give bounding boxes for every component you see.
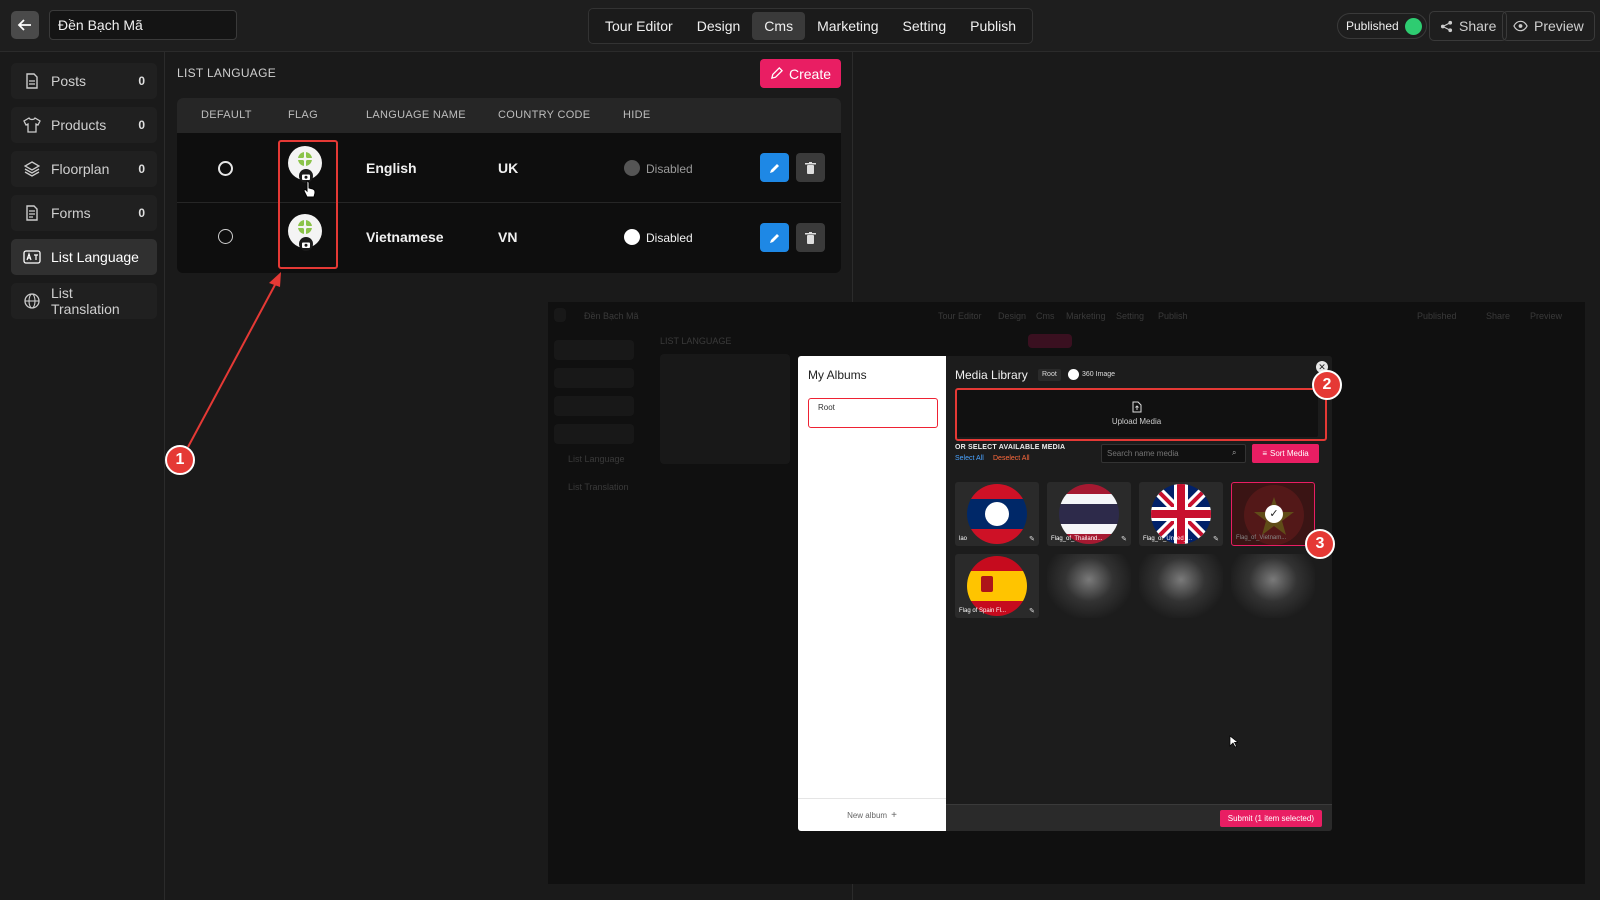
ghost-sidebar-item	[554, 396, 634, 416]
annotation-badge-3: 3	[1305, 529, 1335, 559]
root-chip: Root	[1038, 369, 1061, 381]
plus-icon: +	[891, 809, 897, 821]
library-title: Media Library	[955, 368, 1028, 382]
submit-button[interactable]: Submit (1 item selected)	[1219, 810, 1322, 827]
mouse-pointer-icon	[1229, 735, 1238, 748]
albums-panel: My Albums Root New album +	[798, 356, 946, 831]
or-select-label: OR SELECT AVAILABLE MEDIA	[955, 444, 1066, 451]
toggle-knob	[1068, 369, 1079, 380]
ghost-tab: Setting	[1116, 311, 1145, 321]
search-icon: ⌕	[1232, 448, 1237, 457]
media-thumb-lao[interactable]: lao ✎	[955, 482, 1039, 546]
pencil-icon[interactable]: ✎	[1121, 535, 1127, 543]
media-caption: Flag of Spain Fl...	[959, 608, 1007, 614]
media-caption: Flag_of_Thailand...	[1051, 536, 1103, 542]
ghost-published: Published	[1417, 311, 1457, 321]
spain-flag-image	[967, 556, 1027, 616]
media-caption: lao	[959, 536, 968, 542]
image-360-toggle[interactable]: 360 Image	[1068, 369, 1115, 380]
ghost-share: Share	[1486, 311, 1511, 321]
checkmark-icon: ✓	[1265, 505, 1283, 523]
sort-label: Sort Media	[1269, 449, 1309, 458]
ghost-sidebar-item	[554, 340, 634, 360]
media-thumb-spain[interactable]: Flag of Spain Fl... ✎	[955, 554, 1039, 618]
lao-flag-image	[967, 484, 1027, 544]
media-caption: Flag_of_Vietnam...	[1236, 535, 1287, 541]
media-thumb-loading[interactable]	[1231, 554, 1315, 618]
sort-media-button[interactable]: ≡ Sort Media	[1252, 444, 1319, 463]
annotation-badge-2: 2	[1312, 370, 1342, 400]
ghost-tab: Tour Editor	[938, 311, 982, 321]
media-thumb-loading[interactable]	[1139, 554, 1223, 618]
modal-footer: Submit (1 item selected)	[946, 804, 1332, 831]
ghost-title: Đền Bạch Mã	[584, 311, 639, 321]
album-root[interactable]: Root	[808, 398, 938, 428]
ghost-tab: Marketing	[1066, 311, 1106, 321]
thailand-flag-image	[1059, 484, 1119, 544]
annotation-highlight-upload	[955, 388, 1327, 441]
ghost-preview: Preview	[1530, 311, 1563, 321]
media-thumb-vietnam[interactable]: ✓ Flag_of_Vietnam...	[1231, 482, 1315, 546]
ghost-tab: Design	[998, 311, 1027, 321]
new-album-button[interactable]: New album +	[798, 798, 946, 831]
media-thumb-thailand[interactable]: Flag_of_Thailand... ✎	[1047, 482, 1131, 546]
uk-flag-image	[1151, 484, 1211, 544]
ghost-sidebar-label: List Translation	[568, 482, 629, 492]
albums-title: My Albums	[808, 368, 867, 382]
deselect-all-link[interactable]: Deselect All	[993, 455, 1030, 462]
annotation-badge-1: 1	[165, 445, 195, 475]
ghost-back-button	[554, 308, 566, 322]
search-media-input[interactable]	[1101, 444, 1246, 463]
select-all-link[interactable]: Select All	[955, 455, 984, 462]
pencil-icon[interactable]: ✎	[1029, 535, 1035, 543]
pencil-icon[interactable]: ✎	[1029, 607, 1035, 615]
sort-icon: ≡	[1262, 449, 1267, 458]
ghost-sidebar-item	[554, 424, 634, 444]
ghost-sidebar-item	[554, 368, 634, 388]
pencil-icon[interactable]: ✎	[1213, 535, 1219, 543]
image-360-label: 360 Image	[1082, 371, 1116, 378]
ghost-create-button	[1028, 334, 1072, 348]
ghost-sidebar-label: List Language	[568, 454, 625, 464]
new-album-label: New album	[847, 810, 888, 820]
ghost-table	[660, 354, 790, 464]
ghost-tab: Cms	[1036, 311, 1055, 321]
media-thumb-loading[interactable]	[1047, 554, 1131, 618]
ghost-tab: Publish	[1158, 311, 1188, 321]
media-caption: Flag_of_United_...	[1143, 536, 1193, 542]
media-thumb-united-kingdom[interactable]: Flag_of_United_... ✎	[1139, 482, 1223, 546]
ghost-section-title: LIST LANGUAGE	[660, 336, 732, 346]
